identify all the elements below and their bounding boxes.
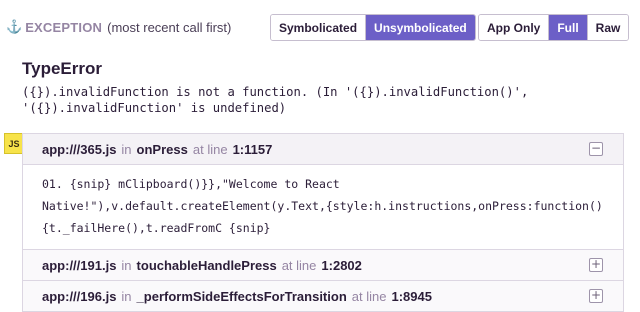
frame-filename: app:///196.js [42, 288, 117, 304]
frame-at-line-label: at line [351, 288, 387, 304]
error-message: ({}).invalidFunction is not a function. … [22, 85, 529, 115]
anchor-icon[interactable]: ⚓ [6, 19, 22, 35]
frame-line-number: 1:1157 [232, 141, 273, 157]
frame-in-label: in [121, 257, 132, 273]
frame-in-label: in [121, 288, 132, 304]
frame-filename: app:///365.js [42, 141, 117, 157]
raw-button[interactable]: Raw [587, 15, 629, 40]
frame-at-line-label: at line [192, 141, 228, 157]
frame-line-number: 1:8945 [391, 288, 432, 304]
symbolication-toggle: Symbolicated Unsymbolicated [270, 14, 476, 41]
error-type: TypeError [22, 59, 102, 78]
app-only-button[interactable]: App Only [479, 15, 550, 40]
exception-title: EXCEPTION [25, 19, 103, 35]
frame-function: touchableHandlePress [136, 257, 277, 273]
frame-in-label: in [121, 141, 132, 157]
symbolicated-button[interactable]: Symbolicated [271, 15, 367, 40]
frame-header[interactable]: app:///365.js in onPress at line 1:1157 … [23, 133, 623, 164]
stack-frames: app:///365.js in onPress at line 1:1157 … [22, 133, 624, 312]
frame-filename: app:///191.js [42, 257, 117, 273]
frame-code-context: 01. {snip} mClipboard()}},"Welcome to Re… [23, 164, 623, 249]
frame-header[interactable]: app:///196.js in _performSideEffectsForT… [23, 280, 623, 311]
js-platform-badge: JS [4, 133, 24, 154]
expand-icon[interactable]: + [589, 289, 603, 303]
exception-subtitle: (most recent call first) [107, 19, 232, 35]
unsymbolicated-button[interactable]: Unsymbolicated [366, 15, 475, 40]
collapse-icon[interactable]: − [589, 142, 603, 156]
frame-at-line-label: at line [281, 257, 317, 273]
full-button[interactable]: Full [549, 15, 588, 40]
exception-header: ⚓ EXCEPTION (most recent call first) [6, 19, 231, 35]
stacktrace-scope-toggle: App Only Full Raw [478, 14, 630, 41]
frame-function: onPress [136, 141, 188, 157]
frame-header[interactable]: app:///191.js in touchableHandlePress at… [23, 249, 623, 280]
frame-line-number: 1:2802 [321, 257, 362, 273]
expand-icon[interactable]: + [589, 258, 603, 272]
frame-function: _performSideEffectsForTransition [136, 288, 347, 304]
